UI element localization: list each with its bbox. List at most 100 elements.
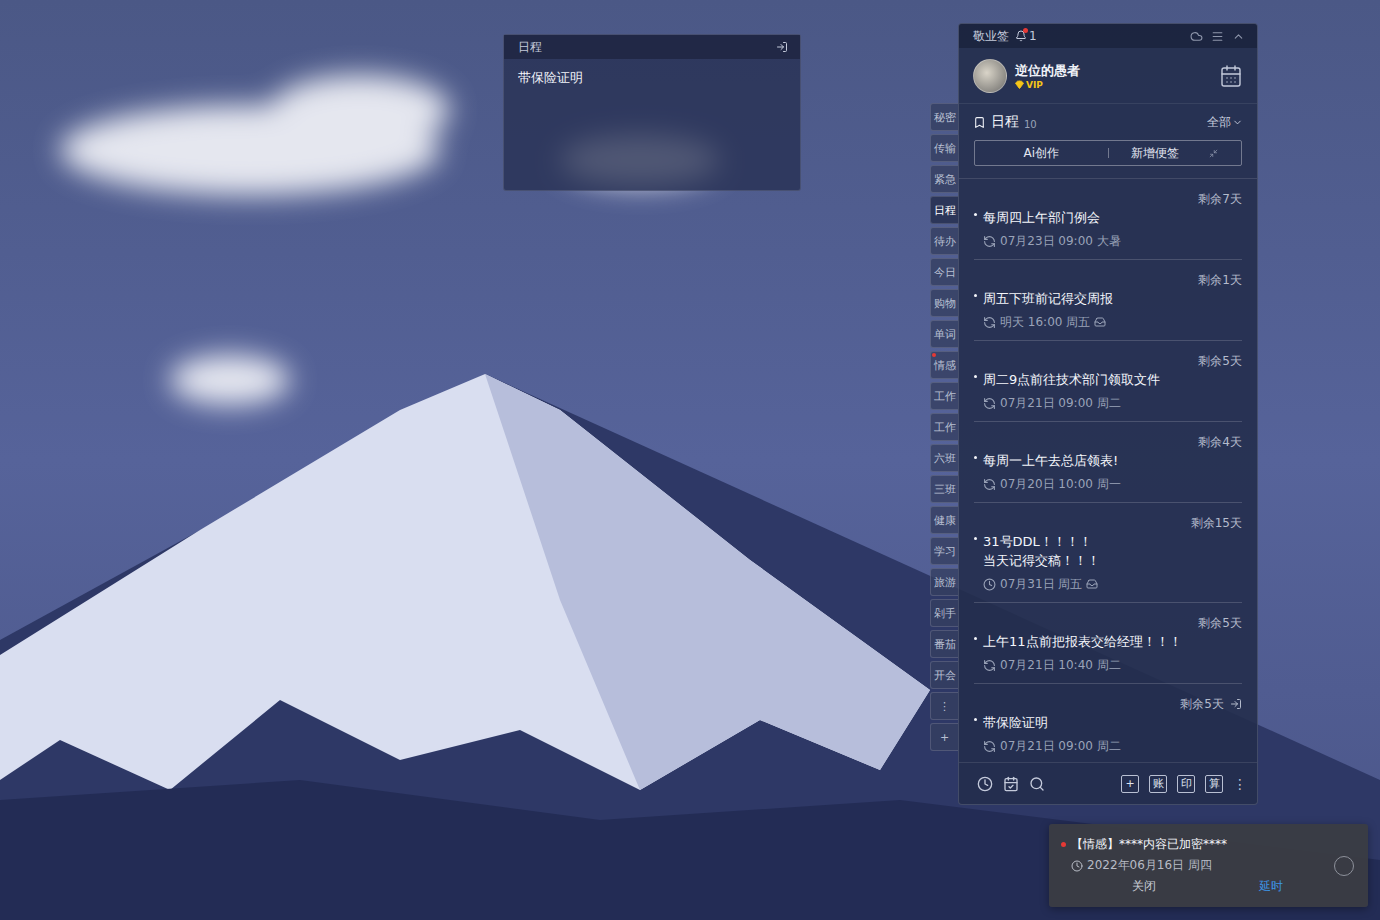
item-date: 07月23日 09:00 大暑: [1000, 230, 1121, 252]
schedule-item[interactable]: 剩余5天带保险证明07月21日 09:00 周二: [974, 684, 1242, 762]
schedule-item[interactable]: 剩余5天上午11点前把报表交给经理！！！07月21日 10:40 周二: [974, 603, 1242, 684]
side-tab[interactable]: 开会: [930, 661, 958, 689]
side-tab[interactable]: 情感: [930, 351, 958, 379]
reminder-button[interactable]: 延时: [1259, 878, 1283, 895]
unpin-icon[interactable]: [776, 41, 788, 53]
side-tab[interactable]: 健康: [930, 506, 958, 534]
reminder-popup: 【情感】****内容已加密****2022年06月16日 周四关闭延时: [1049, 824, 1368, 907]
remaining-days: 剩余1天: [1198, 271, 1242, 289]
side-tab[interactable]: 六班: [930, 444, 958, 472]
item-title: 周五下班前记得交周报: [974, 289, 1242, 308]
side-tab[interactable]: 购物: [930, 289, 958, 317]
sticky-window[interactable]: 日程带保险证明: [503, 34, 801, 191]
side-tab[interactable]: 单词: [930, 320, 958, 348]
repeat-icon: [983, 316, 996, 329]
calendar-check-icon[interactable]: [1003, 776, 1019, 792]
attachment-icon: [1086, 578, 1098, 590]
schedule-item[interactable]: 剩余7天每周四上午部门例会07月23日 09:00 大暑: [974, 179, 1242, 260]
sticky-title: 日程: [518, 39, 542, 56]
attachment-icon: [1094, 316, 1106, 328]
on-desktop-icon[interactable]: [1230, 698, 1242, 710]
bookmark-icon: [973, 116, 986, 129]
side-tab[interactable]: 待办: [930, 227, 958, 255]
more-button[interactable]: ⋮: [1233, 776, 1247, 792]
repeat-icon: [983, 659, 996, 672]
side-tab[interactable]: 工作: [930, 413, 958, 441]
user-name[interactable]: 逆位的愚者: [1015, 62, 1211, 80]
item-date: 07月21日 09:00 周二: [1000, 392, 1121, 414]
remaining-days: 剩余7天: [1198, 190, 1242, 208]
remaining-days: 剩余15天: [1191, 514, 1242, 532]
remaining-days: 剩余4天: [1198, 433, 1242, 451]
repeat-icon: [983, 235, 996, 248]
repeat-icon: [983, 478, 996, 491]
shrink-icon: [1209, 149, 1218, 158]
notification-button[interactable]: 1: [1015, 29, 1037, 43]
repeat-icon: [983, 740, 996, 753]
side-tab[interactable]: 学习: [930, 537, 958, 565]
side-tab[interactable]: 紧急: [930, 165, 958, 193]
notification-count: 1: [1029, 29, 1037, 43]
sticky-header: 日程: [504, 35, 800, 59]
search-icon[interactable]: [1029, 776, 1045, 792]
diamond-icon: [1015, 80, 1024, 89]
side-tab[interactable]: 日程: [930, 196, 958, 224]
collapse-icon[interactable]: [1232, 30, 1245, 43]
schedule-item[interactable]: 剩余5天周二9点前往技术部门领取文件 07月21日 09:00 周二: [974, 341, 1242, 422]
bullet-dot: [974, 456, 977, 459]
side-tab[interactable]: 剁手: [930, 599, 958, 627]
bullet-dot: [974, 537, 977, 540]
ai-create-button[interactable]: Ai创作: [975, 145, 1108, 162]
side-tab[interactable]: 番茄: [930, 630, 958, 658]
item-date: 07月21日 10:40 周二: [1000, 654, 1121, 676]
side-tab[interactable]: 传输: [930, 134, 958, 162]
filter-dropdown[interactable]: 全部: [1207, 114, 1243, 131]
item-date: 07月21日 09:00 周二: [1000, 735, 1121, 757]
more-tabs-button[interactable]: ⋮: [930, 692, 958, 720]
bullet-dot: [974, 556, 977, 559]
menu-icon[interactable]: [1211, 30, 1224, 43]
footer-toolbar: + 账印算 ⋮: [959, 762, 1257, 804]
app-title: 敬业签: [973, 28, 1009, 45]
add-tab-button[interactable]: +: [930, 723, 958, 751]
side-tab[interactable]: 工作: [930, 382, 958, 410]
item-title: 上午11点前把报表交给经理！！！: [974, 632, 1242, 651]
item-title: 31号DDL！！！！: [974, 532, 1242, 551]
side-tab[interactable]: 三班: [930, 475, 958, 503]
unread-dot: [932, 353, 936, 357]
side-tabs: 秘密传输紧急日程待办今日购物单词情感工作工作六班三班健康学习旅游剁手番茄开会⋮+: [930, 23, 958, 751]
tool-button[interactable]: +: [1121, 775, 1139, 793]
done-checkbox[interactable]: [1334, 856, 1354, 876]
avatar[interactable]: [973, 59, 1007, 93]
cloud-sync-icon[interactable]: [1190, 30, 1203, 43]
bullet-dot: [974, 637, 977, 640]
side-tab[interactable]: 秘密: [930, 103, 958, 131]
item-title: 带保险证明: [974, 713, 1242, 732]
schedule-item[interactable]: 剩余1天周五下班前记得交周报明天 16:00 周五: [974, 260, 1242, 341]
tool-button[interactable]: 印: [1177, 775, 1195, 793]
new-note-button[interactable]: 新增便签: [1109, 145, 1242, 162]
section-title: 日程: [991, 113, 1019, 131]
clock-icon[interactable]: [977, 776, 993, 792]
sticky-content[interactable]: 带保险证明: [504, 59, 800, 97]
app-window: 秘密传输紧急日程待办今日购物单词情感工作工作六班三班健康学习旅游剁手番茄开会⋮+…: [930, 23, 1258, 805]
remaining-days: 剩余5天: [1198, 352, 1242, 370]
title-bar: 敬业签 1: [959, 24, 1257, 48]
schedule-list: 剩余7天每周四上午部门例会07月23日 09:00 大暑剩余1天周五下班前记得交…: [959, 178, 1257, 762]
clock-icon: [1071, 860, 1083, 872]
reminder-title: 【情感】****内容已加密****: [1061, 836, 1334, 853]
item-date: 07月31日 周五: [1000, 573, 1082, 595]
schedule-item[interactable]: 剩余4天每周一上午去总店领表!07月20日 10:00 周一: [974, 422, 1242, 503]
action-bar: Ai创作新增便签: [974, 140, 1242, 166]
calendar-icon[interactable]: [1219, 64, 1243, 88]
item-title: 周二9点前往技术部门领取文件: [974, 370, 1242, 389]
side-tab[interactable]: 今日: [930, 258, 958, 286]
item-date: 明天 16:00 周五: [1000, 311, 1090, 333]
schedule-item[interactable]: 剩余15天31号DDL！！！！当天记得交稿！！！07月31日 周五: [974, 503, 1242, 603]
side-tab[interactable]: 旅游: [930, 568, 958, 596]
tool-button[interactable]: 账: [1149, 775, 1167, 793]
reminder-button[interactable]: 关闭: [1132, 878, 1156, 895]
action-divider: [1108, 148, 1109, 158]
tool-button[interactable]: 算: [1205, 775, 1223, 793]
bell-dot: [1023, 28, 1028, 33]
